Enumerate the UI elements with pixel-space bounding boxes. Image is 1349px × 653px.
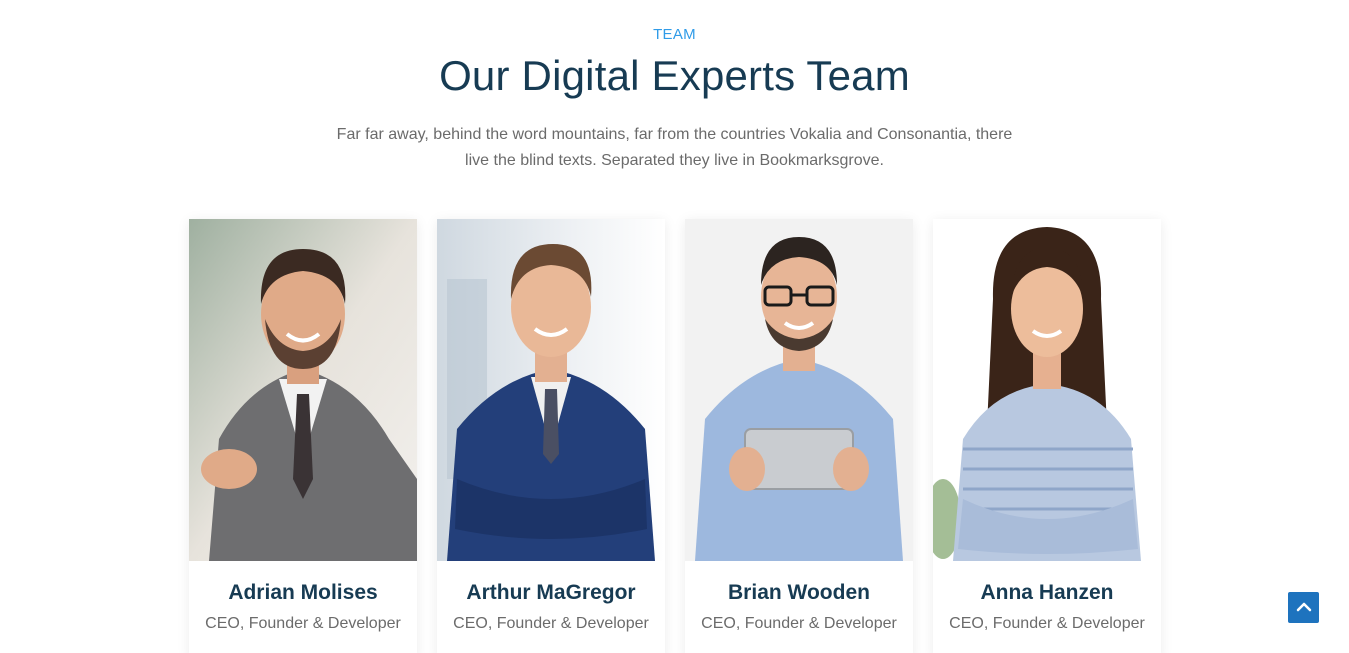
member-name: Adrian Molises [228,581,378,604]
section-eyebrow: TEAM [653,26,696,43]
team-section: TEAM Our Digital Experts Team Far far aw… [0,0,1349,653]
section-intro: Far far away, behind the word mountains,… [336,126,1013,169]
team-cards: Adrian Molises CEO, Founder & Developer [189,219,1161,653]
member-photo [437,219,665,561]
member-photo [685,219,913,561]
scroll-to-top-button[interactable] [1288,592,1319,623]
member-role: CEO, Founder & Developer [205,615,401,632]
member-photo [933,219,1161,561]
section-heading: Our Digital Experts Team [439,52,910,99]
team-card: Brian Wooden CEO, Founder & Developer [685,219,913,653]
member-photo [189,219,417,561]
team-card: Adrian Molises CEO, Founder & Developer [189,219,417,653]
arrow-up-icon [1296,602,1311,611]
member-role: CEO, Founder & Developer [949,615,1145,632]
team-card: Anna Hanzen CEO, Founder & Developer [933,219,1161,653]
team-card: Arthur MaGregor CEO, Founder & Developer [437,219,665,653]
member-name: Anna Hanzen [980,581,1114,604]
member-role: CEO, Founder & Developer [453,615,649,632]
member-name: Brian Wooden [728,581,870,604]
member-name: Arthur MaGregor [466,581,636,604]
member-role: CEO, Founder & Developer [701,615,897,632]
